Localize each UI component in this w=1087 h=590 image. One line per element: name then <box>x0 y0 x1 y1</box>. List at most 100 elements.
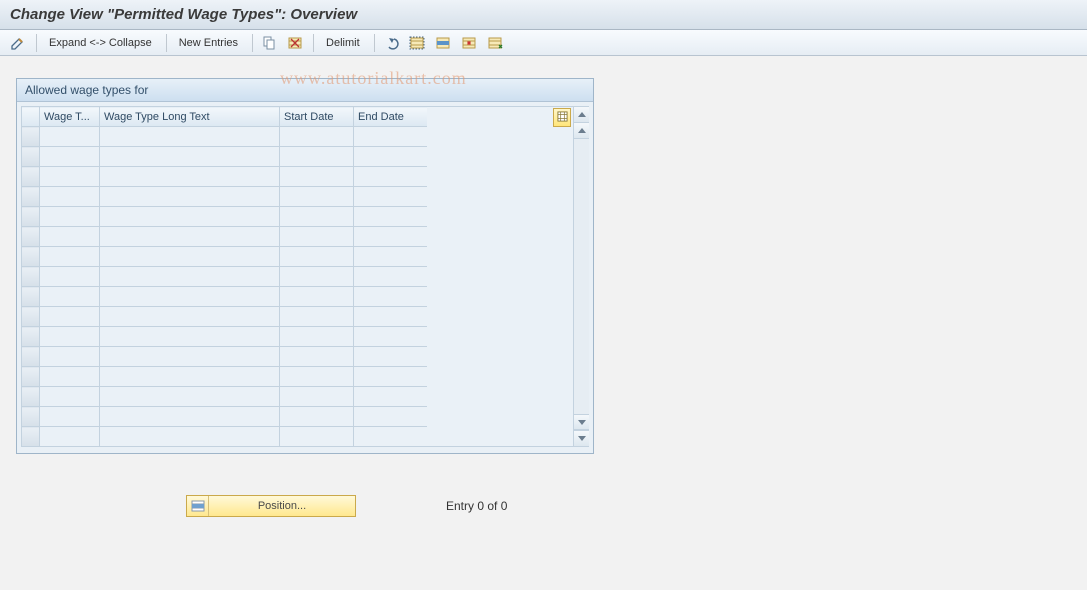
cell-end-date[interactable] <box>354 127 428 147</box>
column-start-date[interactable]: Start Date <box>280 107 354 127</box>
row-selector[interactable] <box>22 427 40 447</box>
cell-start-date[interactable] <box>280 227 354 247</box>
table-row[interactable] <box>22 287 428 307</box>
cell-wage-type[interactable] <box>40 227 100 247</box>
cell-long-text[interactable] <box>100 287 280 307</box>
expand-collapse-button[interactable]: Expand <-> Collapse <box>41 33 160 53</box>
row-selector[interactable] <box>22 147 40 167</box>
cell-long-text[interactable] <box>100 367 280 387</box>
row-selector[interactable] <box>22 127 40 147</box>
cell-start-date[interactable] <box>280 127 354 147</box>
table-row[interactable] <box>22 247 428 267</box>
table-settings-button[interactable] <box>483 33 507 53</box>
cell-start-date[interactable] <box>280 247 354 267</box>
row-selector[interactable] <box>22 267 40 287</box>
other-view-button[interactable] <box>6 33 30 53</box>
scroll-down-button[interactable] <box>574 430 589 446</box>
position-button[interactable]: Position... <box>186 495 356 517</box>
cell-long-text[interactable] <box>100 147 280 167</box>
cell-end-date[interactable] <box>354 227 428 247</box>
cell-long-text[interactable] <box>100 267 280 287</box>
cell-end-date[interactable] <box>354 307 428 327</box>
cell-wage-type[interactable] <box>40 267 100 287</box>
cell-end-date[interactable] <box>354 247 428 267</box>
table-row[interactable] <box>22 347 428 367</box>
cell-start-date[interactable] <box>280 327 354 347</box>
row-selector[interactable] <box>22 287 40 307</box>
cell-end-date[interactable] <box>354 267 428 287</box>
cell-wage-type[interactable] <box>40 167 100 187</box>
cell-long-text[interactable] <box>100 387 280 407</box>
table-row[interactable] <box>22 387 428 407</box>
cell-end-date[interactable] <box>354 287 428 307</box>
cell-start-date[interactable] <box>280 307 354 327</box>
cell-end-date[interactable] <box>354 347 428 367</box>
row-selector[interactable] <box>22 207 40 227</box>
column-row-selector[interactable] <box>22 107 40 127</box>
cell-long-text[interactable] <box>100 227 280 247</box>
table-row[interactable] <box>22 127 428 147</box>
table-row[interactable] <box>22 367 428 387</box>
row-selector[interactable] <box>22 387 40 407</box>
cell-end-date[interactable] <box>354 427 428 447</box>
table-row[interactable] <box>22 307 428 327</box>
table-row[interactable] <box>22 227 428 247</box>
row-selector[interactable] <box>22 247 40 267</box>
cell-start-date[interactable] <box>280 267 354 287</box>
cell-wage-type[interactable] <box>40 207 100 227</box>
deselect-all-button[interactable] <box>457 33 481 53</box>
cell-wage-type[interactable] <box>40 187 100 207</box>
table-row[interactable] <box>22 267 428 287</box>
delete-button[interactable] <box>283 33 307 53</box>
cell-start-date[interactable] <box>280 367 354 387</box>
table-row[interactable] <box>22 327 428 347</box>
row-selector[interactable] <box>22 407 40 427</box>
cell-start-date[interactable] <box>280 287 354 307</box>
column-wage-type[interactable]: Wage T... <box>40 107 100 127</box>
cell-start-date[interactable] <box>280 387 354 407</box>
delimit-button[interactable]: Delimit <box>318 33 368 53</box>
scroll-down-button-2[interactable] <box>574 414 589 430</box>
copy-as-button[interactable] <box>257 33 281 53</box>
cell-long-text[interactable] <box>100 307 280 327</box>
cell-long-text[interactable] <box>100 347 280 367</box>
cell-start-date[interactable] <box>280 187 354 207</box>
scroll-track[interactable] <box>574 139 589 414</box>
table-configure-button[interactable] <box>553 108 571 127</box>
select-all-button[interactable] <box>405 33 429 53</box>
cell-end-date[interactable] <box>354 187 428 207</box>
table-row[interactable] <box>22 207 428 227</box>
row-selector[interactable] <box>22 347 40 367</box>
cell-start-date[interactable] <box>280 147 354 167</box>
row-selector[interactable] <box>22 167 40 187</box>
cell-end-date[interactable] <box>354 167 428 187</box>
cell-wage-type[interactable] <box>40 247 100 267</box>
cell-wage-type[interactable] <box>40 287 100 307</box>
cell-end-date[interactable] <box>354 407 428 427</box>
cell-wage-type[interactable] <box>40 127 100 147</box>
new-entries-button[interactable]: New Entries <box>171 33 246 53</box>
undo-change-button[interactable] <box>379 33 403 53</box>
cell-wage-type[interactable] <box>40 387 100 407</box>
column-end-date[interactable]: End Date <box>354 107 428 127</box>
cell-end-date[interactable] <box>354 147 428 167</box>
cell-long-text[interactable] <box>100 407 280 427</box>
vertical-scrollbar[interactable] <box>573 107 589 446</box>
row-selector[interactable] <box>22 187 40 207</box>
cell-wage-type[interactable] <box>40 147 100 167</box>
cell-end-date[interactable] <box>354 367 428 387</box>
row-selector[interactable] <box>22 327 40 347</box>
cell-long-text[interactable] <box>100 247 280 267</box>
cell-wage-type[interactable] <box>40 327 100 347</box>
cell-long-text[interactable] <box>100 127 280 147</box>
cell-wage-type[interactable] <box>40 367 100 387</box>
cell-long-text[interactable] <box>100 427 280 447</box>
scroll-up-button-2[interactable] <box>574 123 589 139</box>
row-selector[interactable] <box>22 227 40 247</box>
cell-start-date[interactable] <box>280 347 354 367</box>
cell-wage-type[interactable] <box>40 347 100 367</box>
row-selector[interactable] <box>22 307 40 327</box>
column-long-text[interactable]: Wage Type Long Text <box>100 107 280 127</box>
cell-long-text[interactable] <box>100 327 280 347</box>
table-row[interactable] <box>22 167 428 187</box>
